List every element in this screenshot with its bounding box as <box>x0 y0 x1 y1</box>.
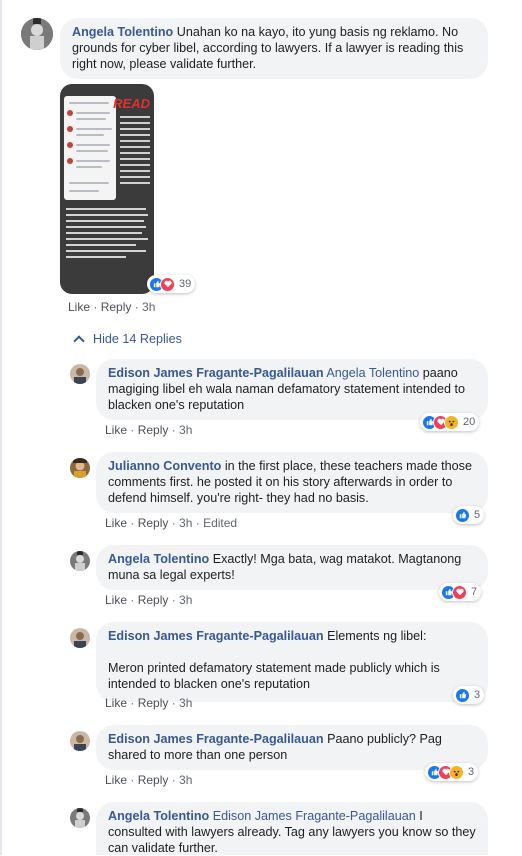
like-reaction-icon <box>455 687 470 703</box>
reply-link[interactable]: Reply <box>138 593 169 607</box>
comment-bubble: Angela Tolentino Unahan ko na kayo, ito … <box>60 18 488 79</box>
avatar[interactable] <box>70 808 90 828</box>
reply-actions: Like · Reply · 3h <box>105 773 193 787</box>
like-link[interactable]: Like <box>105 773 127 787</box>
comment-author[interactable]: Angela Tolentino <box>72 25 173 39</box>
reaction-count: 5 <box>474 509 481 521</box>
reply-bubble: Angela Tolentino Exactly! Mga bata, wag … <box>96 545 488 590</box>
reaction-count: 3 <box>468 766 475 778</box>
reply-actions: Like · Reply · 3h <box>105 423 193 437</box>
wow-reaction-icon <box>444 414 459 430</box>
avatar[interactable] <box>70 364 90 384</box>
avatar[interactable] <box>70 458 90 478</box>
hide-replies-link[interactable]: Hide 14 Replies <box>73 332 182 347</box>
reply-text-paragraph: Meron printed defamatory statement made … <box>108 661 440 691</box>
comment-actions: Like · Reply · 3h <box>68 300 156 314</box>
reaction-count: 20 <box>463 416 476 428</box>
reply-author[interactable]: Edison James Fragante-Pagalilauan <box>108 629 324 643</box>
comment-photo[interactable]: READ <box>60 84 154 294</box>
reply-author[interactable]: Edison James Fragante-Pagalilauan <box>108 366 324 380</box>
reply-author[interactable]: Edison James Fragante-Pagalilauan <box>108 732 324 746</box>
reply-bubble: Julianno Convento in the first place, th… <box>96 452 488 513</box>
wow-reaction-icon <box>449 764 464 780</box>
reply-actions: Like · Reply · 3h · Edited <box>105 516 238 530</box>
photo-overlay-text: READ <box>113 96 150 111</box>
reaction-count: 39 <box>179 278 192 290</box>
timestamp[interactable]: 3h <box>179 423 192 437</box>
timestamp[interactable]: 3h <box>179 593 192 607</box>
reaction-count: 3 <box>474 689 481 701</box>
reply-link[interactable]: Reply <box>138 423 169 437</box>
feed-left-border <box>0 0 2 855</box>
avatar[interactable] <box>70 551 90 571</box>
reply-bubble: Edison James Fragante-Pagalilauan Elemen… <box>96 622 488 702</box>
love-reaction-icon <box>160 276 175 292</box>
reaction-summary[interactable]: 20 <box>420 413 480 431</box>
reply-bubble: Angela Tolentino Edison James Fragante-P… <box>96 802 488 855</box>
mention-link[interactable]: Angela Tolentino <box>326 366 419 380</box>
reply-link[interactable]: Reply <box>138 696 169 710</box>
like-link[interactable]: Like <box>105 593 127 607</box>
timestamp[interactable]: 3h <box>179 773 192 787</box>
timestamp[interactable]: 3h <box>179 516 192 530</box>
reply-bubble: Edison James Fragante-Pagalilauan Angela… <box>96 359 488 420</box>
edited-label[interactable]: Edited <box>203 516 237 530</box>
hide-replies-label: Hide 14 Replies <box>93 332 182 346</box>
like-link[interactable]: Like <box>105 696 127 710</box>
reply-link[interactable]: Reply <box>101 300 132 314</box>
reply-text: Elements ng libel: <box>323 629 427 643</box>
mention-link[interactable]: Edison James Fragante-Pagalilauan <box>213 809 416 823</box>
reply-link[interactable]: Reply <box>138 516 169 530</box>
reaction-summary[interactable]: 5 <box>453 506 485 524</box>
reaction-count: 7 <box>471 586 478 598</box>
reaction-summary[interactable]: 3 <box>425 763 479 781</box>
reply-link[interactable]: Reply <box>138 773 169 787</box>
avatar[interactable] <box>21 18 53 50</box>
like-link[interactable]: Like <box>105 516 127 530</box>
reaction-summary[interactable]: 7 <box>439 583 482 601</box>
reply-author[interactable]: Angela Tolentino <box>108 809 209 823</box>
timestamp[interactable]: 3h <box>179 696 192 710</box>
like-reaction-icon <box>455 507 470 523</box>
reaction-summary[interactable]: 3 <box>453 686 485 704</box>
like-link[interactable]: Like <box>68 300 90 314</box>
avatar[interactable] <box>70 731 90 751</box>
reply-author[interactable]: Julianno Convento <box>108 459 221 473</box>
chevron-up-icon <box>73 335 85 347</box>
reply-author[interactable]: Angela Tolentino <box>108 552 209 566</box>
avatar[interactable] <box>70 628 90 648</box>
phone-screenshot-image <box>64 96 116 200</box>
reply-actions: Like · Reply · 3h <box>105 696 193 710</box>
reply-actions: Like · Reply · 3h <box>105 593 193 607</box>
timestamp[interactable]: 3h <box>142 300 155 314</box>
love-reaction-icon <box>452 584 467 600</box>
reaction-summary[interactable]: 39 <box>147 275 196 293</box>
like-link[interactable]: Like <box>105 423 127 437</box>
